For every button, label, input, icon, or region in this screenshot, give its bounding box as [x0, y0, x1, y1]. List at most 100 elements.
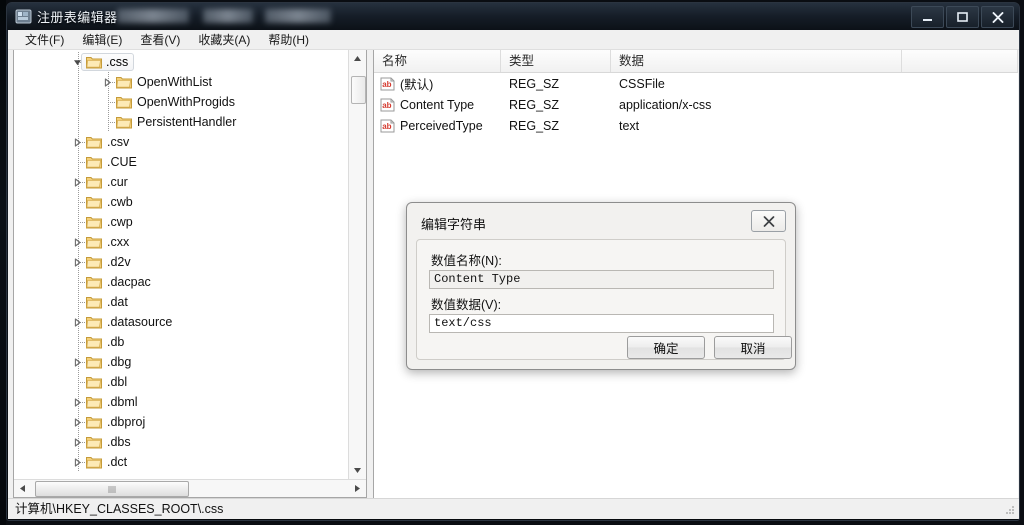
- folder-icon: [86, 317, 102, 329]
- values-column-header: 名称 类型 数据: [374, 50, 1018, 73]
- minimize-button[interactable]: [911, 6, 944, 28]
- close-icon: [992, 11, 1003, 23]
- tree-item-openwithlist[interactable]: OpenWithList: [14, 72, 350, 92]
- tree-hscroll-thumb[interactable]: [35, 481, 189, 497]
- scroll-up-button[interactable]: [349, 50, 366, 67]
- tree-item-label: .cur: [107, 175, 128, 189]
- tree-item-label: .CUE: [107, 155, 137, 169]
- tree-item-dbl[interactable]: .dbl: [14, 372, 350, 392]
- tree-root: .css OpenWithList OpenWithProgids Persisten…: [14, 52, 350, 472]
- registry-editor-window: 注册表编辑器 文件(F) 编辑(E) 查看(V) 收藏夹(A) 帮助(H) .c…: [0, 0, 1024, 525]
- tree-vertical-scrollbar[interactable]: [348, 50, 366, 479]
- value-name-input[interactable]: Content Type: [429, 270, 774, 289]
- value-row[interactable]: ab (默认) REG_SZ CSSFile: [374, 73, 1018, 94]
- value-name-text: Content Type: [400, 97, 475, 112]
- value-name-text: PerceivedType: [400, 118, 483, 133]
- tree-expander[interactable]: [72, 357, 83, 368]
- value-row[interactable]: ab Content Type REG_SZ application/x-css: [374, 94, 1018, 115]
- menu-help[interactable]: 帮助(H): [259, 29, 318, 50]
- status-path: 计算机\HKEY_CLASSES_ROOT\.css: [15, 502, 224, 516]
- cancel-button[interactable]: 取消: [714, 336, 792, 359]
- tree-item-dbg[interactable]: .dbg: [14, 352, 350, 372]
- tree-expander[interactable]: [72, 177, 83, 188]
- value-name-cell: ab Content Type: [374, 98, 501, 112]
- value-type-cell: REG_SZ: [509, 118, 560, 133]
- tree-expander[interactable]: [72, 237, 83, 248]
- tree-scroll-thumb[interactable]: [351, 76, 366, 104]
- tree-item-dbproj[interactable]: .dbproj: [14, 412, 350, 432]
- menu-favorites[interactable]: 收藏夹(A): [189, 29, 259, 50]
- registry-editor-icon: [15, 9, 32, 24]
- tree-expander[interactable]: [72, 137, 83, 148]
- folder-icon: [86, 197, 102, 209]
- folder-icon: [86, 277, 102, 289]
- chevron-left-icon: [20, 484, 25, 492]
- tree-item-label: .dct: [107, 455, 128, 469]
- tree-guide-line: [78, 92, 79, 112]
- tree-item-dbml[interactable]: .dbml: [14, 392, 350, 412]
- close-button[interactable]: [981, 6, 1014, 28]
- value-name-label: 数值名称(N):: [431, 254, 502, 268]
- scroll-left-button[interactable]: [14, 480, 31, 496]
- column-header-name[interactable]: 名称: [374, 50, 501, 72]
- tree-expander[interactable]: [72, 457, 83, 468]
- title-bar[interactable]: 注册表编辑器: [7, 3, 1019, 30]
- folder-icon: [86, 297, 102, 309]
- column-header-data[interactable]: 数据: [611, 50, 902, 72]
- tree-item-css[interactable]: .css: [14, 52, 350, 72]
- folder-icon: [86, 237, 102, 249]
- tree-item-db[interactable]: .db: [14, 332, 350, 352]
- tree-expander[interactable]: [72, 437, 83, 448]
- tree-item-csv[interactable]: .csv: [14, 132, 350, 152]
- resize-grip-icon[interactable]: [1004, 504, 1016, 516]
- scroll-down-button[interactable]: [349, 462, 366, 479]
- dialog-close-button[interactable]: [751, 210, 786, 232]
- tree-item-dat[interactable]: .dat: [14, 292, 350, 312]
- tree-item-label: .dacpac: [107, 275, 151, 289]
- tree-item-dacpac[interactable]: .dacpac: [14, 272, 350, 292]
- tree-item-label: .dbg: [107, 355, 132, 369]
- ok-button[interactable]: 确定: [627, 336, 705, 359]
- tree-item-cwp[interactable]: .cwp: [14, 212, 350, 232]
- chevron-up-icon: [354, 56, 361, 61]
- folder-icon: [86, 337, 102, 349]
- menu-file[interactable]: 文件(F): [16, 29, 73, 50]
- tree-item-dct[interactable]: .dct: [14, 452, 350, 472]
- edit-string-dialog[interactable]: 编辑字符串 数值名称(N): Content Type 数值数据(V): tex…: [406, 202, 796, 370]
- tree-item-cur[interactable]: .cur: [14, 172, 350, 192]
- column-header-spacer[interactable]: [902, 50, 1018, 72]
- tree-item-d2v[interactable]: .d2v: [14, 252, 350, 272]
- values-list: ab (默认) REG_SZ CSSFile ab Content Type REG_SZ a…: [374, 73, 1018, 136]
- tree-item-cue[interactable]: .CUE: [14, 152, 350, 172]
- tree-viewport: .css OpenWithList OpenWithProgids Persisten…: [14, 50, 350, 479]
- tree-item-datasource[interactable]: .datasource: [14, 312, 350, 332]
- scroll-right-button[interactable]: [349, 480, 366, 496]
- value-type-cell: REG_SZ: [509, 76, 560, 91]
- string-value-icon: ab: [380, 119, 395, 132]
- tree-expander[interactable]: [72, 417, 83, 428]
- tree-expander[interactable]: [72, 317, 83, 328]
- tree-item-label: .cxx: [107, 235, 130, 249]
- tree-expander[interactable]: [72, 257, 83, 268]
- tree-item-dbs[interactable]: .dbs: [14, 432, 350, 452]
- chevron-down-icon: [354, 468, 361, 473]
- column-header-type[interactable]: 类型: [501, 50, 611, 72]
- tree-horizontal-scrollbar[interactable]: [14, 479, 366, 497]
- tree-item-label: PersistentHandler: [137, 115, 237, 129]
- minimize-icon: [923, 18, 932, 21]
- folder-icon: [116, 117, 132, 129]
- value-row[interactable]: ab PerceivedType REG_SZ text: [374, 115, 1018, 136]
- tree-item-cxx[interactable]: .cxx: [14, 232, 350, 252]
- tree-item-openwithprogids[interactable]: OpenWithProgids: [14, 92, 350, 112]
- tree-item-cwb[interactable]: .cwb: [14, 192, 350, 212]
- menu-view[interactable]: 查看(V): [131, 29, 189, 50]
- tree-item-label: OpenWithProgids: [137, 95, 235, 109]
- tree-expander[interactable]: [102, 77, 113, 88]
- tree-item-label: OpenWithList: [137, 75, 213, 89]
- tree-expander[interactable]: [72, 397, 83, 408]
- tree-item-persistenthandler[interactable]: PersistentHandler: [14, 112, 350, 132]
- menu-edit[interactable]: 编辑(E): [73, 29, 131, 50]
- value-data-input[interactable]: text/css: [429, 314, 774, 333]
- folder-icon: [86, 137, 102, 149]
- maximize-button[interactable]: [946, 6, 979, 28]
